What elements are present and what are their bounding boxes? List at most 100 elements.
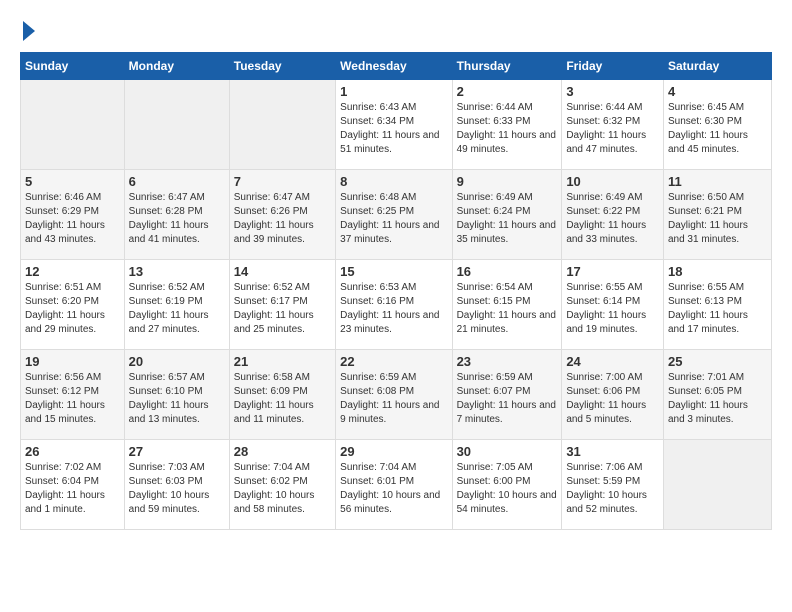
- calendar-cell: 13 Sunrise: 6:52 AM Sunset: 6:19 PM Dayli…: [124, 259, 229, 349]
- day-info: Sunrise: 6:57 AM Sunset: 6:10 PM Dayligh…: [129, 371, 225, 427]
- day-info: Sunrise: 7:04 AM Sunset: 6:02 PM Dayligh…: [234, 461, 331, 517]
- calendar-cell: [663, 439, 771, 529]
- day-number: 25: [668, 354, 767, 369]
- day-number: 2: [457, 84, 558, 99]
- day-number: 12: [25, 264, 120, 279]
- day-info: Sunrise: 7:05 AM Sunset: 6:00 PM Dayligh…: [457, 461, 558, 517]
- calendar-cell: 20 Sunrise: 6:57 AM Sunset: 6:10 PM Dayli…: [124, 349, 229, 439]
- day-info: Sunrise: 6:48 AM Sunset: 6:25 PM Dayligh…: [340, 191, 447, 247]
- calendar-week-row: 26Sunrise: 7:02 AM Sunset: 6:04 PM Dayli…: [21, 439, 772, 529]
- day-info: Sunrise: 6:49 AM Sunset: 6:24 PM Dayligh…: [457, 191, 558, 247]
- day-number: 18: [668, 264, 767, 279]
- weekday-header: Tuesday: [229, 52, 335, 79]
- calendar-header-row: SundayMondayTuesdayWednesdayThursdayFrid…: [21, 52, 772, 79]
- calendar-cell: [229, 79, 335, 169]
- calendar-cell: 19Sunrise: 6:56 AM Sunset: 6:12 PM Dayli…: [21, 349, 125, 439]
- logo-general: [20, 20, 35, 42]
- calendar-cell: 16 Sunrise: 6:54 AM Sunset: 6:15 PM Dayli…: [452, 259, 562, 349]
- day-info: Sunrise: 6:59 AM Sunset: 6:07 PM Dayligh…: [457, 371, 558, 427]
- calendar-cell: 22 Sunrise: 6:59 AM Sunset: 6:08 PM Dayli…: [336, 349, 452, 439]
- calendar-cell: 31 Sunrise: 7:06 AM Sunset: 5:59 PM Dayli…: [562, 439, 664, 529]
- calendar-cell: 1Sunrise: 6:43 AM Sunset: 6:34 PM Daylig…: [336, 79, 452, 169]
- calendar-cell: 15 Sunrise: 6:53 AM Sunset: 6:16 PM Dayli…: [336, 259, 452, 349]
- day-info: Sunrise: 6:52 AM Sunset: 6:19 PM Dayligh…: [129, 281, 225, 337]
- day-number: 23: [457, 354, 558, 369]
- day-number: 5: [25, 174, 120, 189]
- day-number: 3: [566, 84, 659, 99]
- day-number: 6: [129, 174, 225, 189]
- weekday-header: Friday: [562, 52, 664, 79]
- day-info: Sunrise: 6:54 AM Sunset: 6:15 PM Dayligh…: [457, 281, 558, 337]
- day-info: Sunrise: 6:44 AM Sunset: 6:32 PM Dayligh…: [566, 101, 659, 157]
- day-info: Sunrise: 6:58 AM Sunset: 6:09 PM Dayligh…: [234, 371, 331, 427]
- calendar-cell: 24 Sunrise: 7:00 AM Sunset: 6:06 PM Dayli…: [562, 349, 664, 439]
- calendar-cell: 18 Sunrise: 6:55 AM Sunset: 6:13 PM Dayli…: [663, 259, 771, 349]
- calendar-cell: 12 Sunrise: 6:51 AM Sunset: 6:20 PM Dayli…: [21, 259, 125, 349]
- day-number: 17: [566, 264, 659, 279]
- day-info: Sunrise: 6:49 AM Sunset: 6:22 PM Dayligh…: [566, 191, 659, 247]
- day-number: 22: [340, 354, 447, 369]
- day-number: 24: [566, 354, 659, 369]
- calendar-cell: [21, 79, 125, 169]
- day-number: 16: [457, 264, 558, 279]
- day-number: 15: [340, 264, 447, 279]
- day-number: 14: [234, 264, 331, 279]
- calendar-cell: 11 Sunrise: 6:50 AM Sunset: 6:21 PM Dayli…: [663, 169, 771, 259]
- day-number: 29: [340, 444, 447, 459]
- day-info: Sunrise: 6:53 AM Sunset: 6:16 PM Dayligh…: [340, 281, 447, 337]
- day-info: Sunrise: 6:55 AM Sunset: 6:14 PM Dayligh…: [566, 281, 659, 337]
- weekday-header: Wednesday: [336, 52, 452, 79]
- calendar-cell: 21 Sunrise: 6:58 AM Sunset: 6:09 PM Dayli…: [229, 349, 335, 439]
- day-info: Sunrise: 6:52 AM Sunset: 6:17 PM Dayligh…: [234, 281, 331, 337]
- calendar-week-row: 1Sunrise: 6:43 AM Sunset: 6:34 PM Daylig…: [21, 79, 772, 169]
- calendar-cell: 27 Sunrise: 7:03 AM Sunset: 6:03 PM Dayli…: [124, 439, 229, 529]
- day-info: Sunrise: 6:59 AM Sunset: 6:08 PM Dayligh…: [340, 371, 447, 427]
- calendar-cell: 30 Sunrise: 7:05 AM Sunset: 6:00 PM Dayli…: [452, 439, 562, 529]
- day-number: 30: [457, 444, 558, 459]
- day-number: 11: [668, 174, 767, 189]
- calendar-cell: 28 Sunrise: 7:04 AM Sunset: 6:02 PM Dayli…: [229, 439, 335, 529]
- day-info: Sunrise: 6:50 AM Sunset: 6:21 PM Dayligh…: [668, 191, 767, 247]
- calendar-cell: 25Sunrise: 7:01 AM Sunset: 6:05 PM Dayli…: [663, 349, 771, 439]
- page-header: [20, 20, 772, 42]
- day-info: Sunrise: 7:03 AM Sunset: 6:03 PM Dayligh…: [129, 461, 225, 517]
- calendar-table: SundayMondayTuesdayWednesdayThursdayFrid…: [20, 52, 772, 530]
- calendar-cell: 4Sunrise: 6:45 AM Sunset: 6:30 PM Daylig…: [663, 79, 771, 169]
- day-info: Sunrise: 7:00 AM Sunset: 6:06 PM Dayligh…: [566, 371, 659, 427]
- day-info: Sunrise: 6:47 AM Sunset: 6:28 PM Dayligh…: [129, 191, 225, 247]
- calendar-cell: 9Sunrise: 6:49 AM Sunset: 6:24 PM Daylig…: [452, 169, 562, 259]
- day-number: 21: [234, 354, 331, 369]
- calendar-cell: 17 Sunrise: 6:55 AM Sunset: 6:14 PM Dayli…: [562, 259, 664, 349]
- calendar-week-row: 12 Sunrise: 6:51 AM Sunset: 6:20 PM Dayli…: [21, 259, 772, 349]
- day-number: 20: [129, 354, 225, 369]
- day-number: 28: [234, 444, 331, 459]
- calendar-cell: 10Sunrise: 6:49 AM Sunset: 6:22 PM Dayli…: [562, 169, 664, 259]
- day-number: 31: [566, 444, 659, 459]
- day-info: Sunrise: 7:02 AM Sunset: 6:04 PM Dayligh…: [25, 461, 120, 517]
- day-info: Sunrise: 7:06 AM Sunset: 5:59 PM Dayligh…: [566, 461, 659, 517]
- calendar-cell: 8 Sunrise: 6:48 AM Sunset: 6:25 PM Daylig…: [336, 169, 452, 259]
- calendar-cell: 3 Sunrise: 6:44 AM Sunset: 6:32 PM Daylig…: [562, 79, 664, 169]
- calendar-week-row: 19Sunrise: 6:56 AM Sunset: 6:12 PM Dayli…: [21, 349, 772, 439]
- calendar-cell: 14 Sunrise: 6:52 AM Sunset: 6:17 PM Dayli…: [229, 259, 335, 349]
- calendar-cell: 23 Sunrise: 6:59 AM Sunset: 6:07 PM Dayli…: [452, 349, 562, 439]
- day-number: 13: [129, 264, 225, 279]
- calendar-cell: 26Sunrise: 7:02 AM Sunset: 6:04 PM Dayli…: [21, 439, 125, 529]
- day-info: Sunrise: 7:04 AM Sunset: 6:01 PM Dayligh…: [340, 461, 447, 517]
- day-number: 27: [129, 444, 225, 459]
- day-info: Sunrise: 6:44 AM Sunset: 6:33 PM Dayligh…: [457, 101, 558, 157]
- calendar-week-row: 5 Sunrise: 6:46 AM Sunset: 6:29 PM Daylig…: [21, 169, 772, 259]
- calendar-cell: 2 Sunrise: 6:44 AM Sunset: 6:33 PM Daylig…: [452, 79, 562, 169]
- day-number: 8: [340, 174, 447, 189]
- day-info: Sunrise: 6:47 AM Sunset: 6:26 PM Dayligh…: [234, 191, 331, 247]
- day-info: Sunrise: 6:56 AM Sunset: 6:12 PM Dayligh…: [25, 371, 120, 427]
- day-number: 4: [668, 84, 767, 99]
- day-info: Sunrise: 6:51 AM Sunset: 6:20 PM Dayligh…: [25, 281, 120, 337]
- weekday-header: Saturday: [663, 52, 771, 79]
- weekday-header: Monday: [124, 52, 229, 79]
- weekday-header: Thursday: [452, 52, 562, 79]
- calendar-cell: 5 Sunrise: 6:46 AM Sunset: 6:29 PM Daylig…: [21, 169, 125, 259]
- calendar-cell: 6 Sunrise: 6:47 AM Sunset: 6:28 PM Daylig…: [124, 169, 229, 259]
- day-info: Sunrise: 6:46 AM Sunset: 6:29 PM Dayligh…: [25, 191, 120, 247]
- day-info: Sunrise: 6:55 AM Sunset: 6:13 PM Dayligh…: [668, 281, 767, 337]
